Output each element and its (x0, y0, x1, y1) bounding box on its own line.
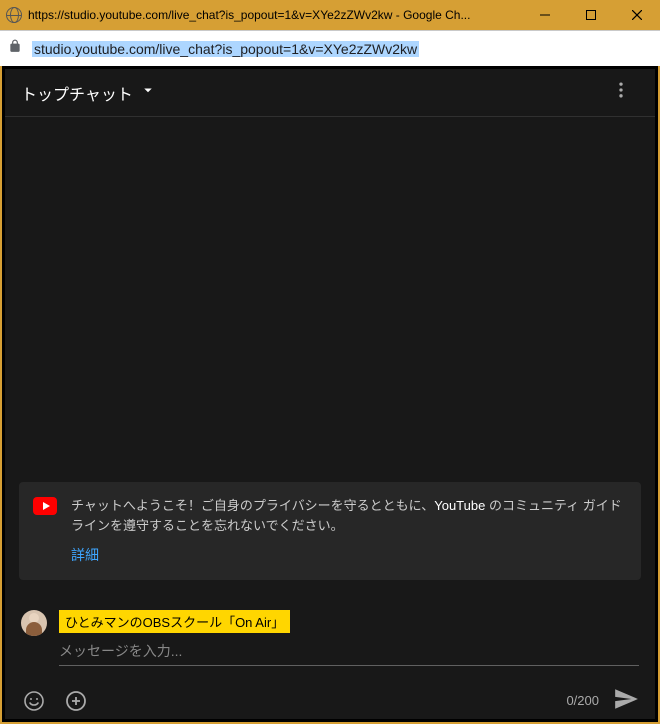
minimize-button[interactable] (522, 0, 568, 30)
composer-toolbar: 0/200 (5, 678, 655, 719)
url-text[interactable]: studio.youtube.com/live_chat?is_popout=1… (32, 41, 419, 57)
details-link[interactable]: 詳細 (71, 545, 99, 566)
avatar[interactable] (21, 610, 47, 636)
welcome-text: チャットへようこそ！ご自身のプライバシーを守るとともに、YouTube のコミュ… (71, 496, 627, 566)
chat-window: トップチャット チャットへようこそ！ご自身のプライバシーを守るとともに、YouT… (0, 66, 660, 724)
char-counter: 0/200 (566, 693, 599, 708)
globe-icon (6, 7, 22, 23)
add-button[interactable] (63, 688, 89, 714)
send-button[interactable] (613, 686, 639, 715)
composer: ひとみマンのOBSスクール「On Air」 (5, 600, 655, 678)
chat-mode-label: トップチャット (21, 81, 133, 105)
address-bar: studio.youtube.com/live_chat?is_popout=1… (0, 30, 660, 66)
chat-inner: トップチャット チャットへようこそ！ご自身のプライバシーを守るとともに、YouT… (5, 69, 655, 719)
messages-area: チャットへようこそ！ご自身のプライバシーを守るとともに、YouTube のコミュ… (5, 117, 655, 600)
welcome-card: チャットへようこそ！ご自身のプライバシーを守るとともに、YouTube のコミュ… (19, 482, 641, 580)
chat-header: トップチャット (5, 69, 655, 117)
window-buttons (522, 0, 660, 30)
more-options-button[interactable] (603, 72, 639, 113)
message-input[interactable] (59, 639, 639, 666)
welcome-text-strong: YouTube (434, 498, 485, 513)
user-badge: ひとみマンのOBSスクール「On Air」 (59, 610, 290, 633)
chat-mode-selector[interactable]: トップチャット (21, 81, 157, 105)
lock-icon[interactable] (8, 39, 22, 58)
window-titlebar: https://studio.youtube.com/live_chat?is_… (0, 0, 660, 30)
emoji-button[interactable] (21, 688, 47, 714)
maximize-button[interactable] (568, 0, 614, 30)
youtube-icon (33, 497, 57, 515)
window-title: https://studio.youtube.com/live_chat?is_… (28, 8, 522, 22)
welcome-text-before: チャットへようこそ！ご自身のプライバシーを守るとともに、 (71, 498, 434, 513)
close-button[interactable] (614, 0, 660, 30)
chevron-down-icon (139, 81, 157, 104)
